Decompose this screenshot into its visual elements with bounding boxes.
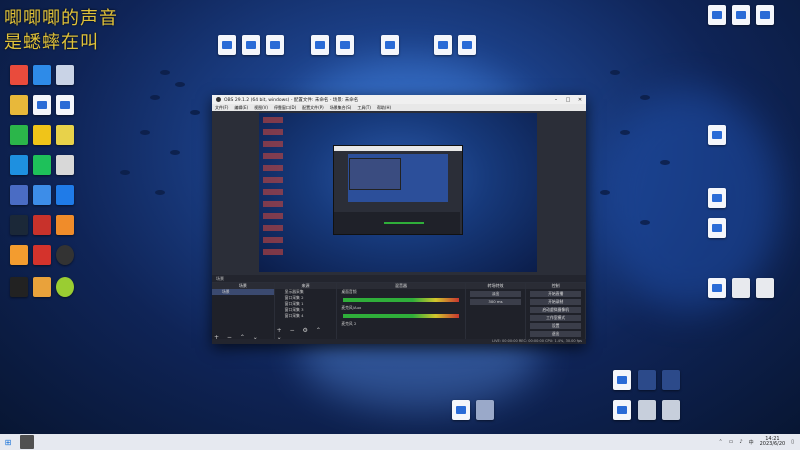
file-icon[interactable] [375, 35, 405, 57]
nested-meter [384, 222, 424, 224]
windows-start-icon[interactable]: ⊞ [0, 438, 16, 447]
nested-titlebar [334, 146, 462, 151]
maximize-icon[interactable]: □ [562, 97, 574, 103]
exit-button[interactable]: 退出 [530, 331, 582, 337]
transitions-dock: 转场特效 淡出 300 ms [465, 283, 526, 344]
file-icon[interactable] [452, 35, 482, 57]
obs-icon[interactable] [50, 245, 80, 267]
tray-chevron-icon[interactable]: ⌃ [718, 439, 722, 445]
virtual-camera-button[interactable]: 启动虚拟摄像机 [530, 307, 582, 313]
obs-window-title: OBS 29.1.2 (64 bit, windows) - 配置文件: 未命名… [224, 97, 359, 103]
ime-icon[interactable]: 中 [749, 439, 754, 446]
file-icon[interactable] [702, 125, 732, 147]
source-item[interactable]: 窗口采集 4 [275, 313, 337, 319]
volume-meter[interactable] [343, 314, 459, 318]
fish-silhouette [640, 95, 650, 100]
overlay-line-1: 唧唧唧的声音 [4, 8, 118, 29]
menu-profile[interactable]: 配置文件(P) [302, 105, 324, 111]
menu-docks[interactable]: 停靠窗口(D) [274, 105, 296, 111]
transition-select[interactable]: 淡出 [469, 291, 522, 297]
fish-silhouette [190, 110, 200, 115]
desktop-app-icon[interactable] [50, 125, 80, 147]
file-icon[interactable] [330, 35, 360, 57]
desktop-app-icon[interactable] [50, 185, 80, 207]
desktop-app-icon[interactable] [656, 370, 686, 392]
obs-logo-icon [216, 97, 221, 102]
sources-dock: 来源 显示器采集 窗口采集 2 窗口采集 1 窗口采集 3 窗口采集 4 + −… [274, 283, 337, 344]
obs-titlebar[interactable]: OBS 29.1.2 (64 bit, windows) - 配置文件: 未命名… [212, 95, 586, 104]
menu-tools[interactable]: 工具(T) [357, 105, 371, 111]
scene-item[interactable]: 场景 [212, 289, 274, 295]
obs-preview-canvas[interactable] [259, 113, 537, 272]
file-icon[interactable] [50, 95, 80, 117]
taskbar: ⊞ ⌃ ▭ ♪ 中 14:21 2023/6/20 ▯ [0, 434, 800, 450]
start-recording-button[interactable]: 开始录制 [530, 299, 582, 305]
taskbar-clock[interactable]: 14:21 2023/6/20 [760, 437, 786, 447]
menu-view[interactable]: 视图(V) [254, 105, 268, 111]
desktop-app-icon[interactable] [50, 215, 80, 237]
transitions-dock-header: 转场特效 [465, 283, 526, 289]
desktop-app-icon[interactable] [656, 400, 686, 422]
mixer-channel-label: 桌面音频 [341, 289, 357, 294]
fish-silhouette [155, 190, 165, 195]
file-icon[interactable] [260, 35, 290, 57]
obs-window[interactable]: OBS 29.1.2 (64 bit, windows) - 配置文件: 未命名… [212, 95, 586, 344]
transition-duration[interactable]: 300 ms [469, 299, 522, 305]
system-tray: ⌃ ▭ ♪ 中 14:21 2023/6/20 ▯ [712, 437, 794, 447]
start-streaming-button[interactable]: 开始直播 [530, 291, 582, 297]
settings-button[interactable]: 设置 [530, 323, 582, 329]
obs-docks: 场景 场景 + − ⌃ ⌄ 来源 显示器采集 窗口采集 2 窗口采集 1 窗口采… [212, 283, 586, 344]
desktop-wallpaper: 唧唧唧的声音 是蟋蟀在叫 OBS 29.1.2 (64 bit, windows… [0, 0, 800, 434]
menu-scene-collection[interactable]: 场景集合(S) [330, 105, 352, 111]
close-icon[interactable]: ✕ [574, 97, 586, 103]
taskbar-obs-icon[interactable] [20, 435, 34, 449]
scenes-dock: 场景 场景 + − ⌃ ⌄ [212, 283, 274, 344]
desktop-app-icon[interactable] [470, 400, 500, 422]
minimize-icon[interactable]: – [550, 97, 562, 103]
fish-silhouette [170, 150, 180, 155]
file-icon[interactable] [750, 5, 780, 27]
desktop-app-icon[interactable] [750, 278, 780, 300]
obs-menubar: 文件(F) 编辑(E) 视图(V) 停靠窗口(D) 配置文件(P) 场景集合(S… [212, 104, 586, 111]
fish-silhouette [600, 190, 610, 195]
fish-silhouette [175, 82, 185, 87]
volume-meter[interactable] [343, 298, 459, 302]
audio-mixer-dock: 混音器 桌面音频 麦克风/Aux 麦克风 2 [337, 283, 465, 344]
mixer-channel-label: 麦克风 2 [341, 321, 357, 326]
fish-silhouette [140, 130, 150, 135]
fish-silhouette [620, 130, 630, 135]
desktop-app-icon[interactable] [50, 155, 80, 177]
controls-dock: 控制 开始直播 开始录制 启动虚拟摄像机 工作室模式 设置 退出 [526, 283, 586, 344]
network-icon[interactable]: ▭ [729, 439, 734, 445]
fish-silhouette [120, 170, 130, 175]
obs-dock-titlebar: 场景 [212, 275, 586, 282]
notification-icon[interactable]: ▯ [791, 439, 794, 445]
file-icon[interactable] [702, 188, 732, 210]
obs-statusbar: LIVE: 00:00:00 REC: 00:00:00 CPU: 1.4%, … [212, 339, 586, 344]
scene-label: 场景 [216, 275, 224, 281]
fish-silhouette [640, 220, 650, 225]
controls-dock-header: 控制 [526, 283, 586, 289]
menu-edit[interactable]: 编辑(E) [234, 105, 248, 111]
nested-obs-inner [349, 158, 401, 190]
fish-silhouette [660, 160, 670, 165]
menu-help[interactable]: 帮助(H) [377, 105, 391, 111]
recycle-bin-icon[interactable] [50, 65, 80, 87]
fish-silhouette [160, 70, 170, 75]
desktop-app-icon[interactable] [50, 277, 80, 299]
preview-desktop-icons [263, 117, 283, 257]
mixer-channel-label: 麦克风/Aux [341, 305, 362, 310]
fish-silhouette [150, 95, 160, 100]
wallpaper-glow [600, 90, 780, 310]
studio-mode-button[interactable]: 工作室模式 [530, 315, 582, 321]
fish-silhouette [610, 70, 620, 75]
file-icon[interactable] [702, 218, 732, 240]
clock-date: 2023/6/20 [759, 441, 786, 447]
volume-icon[interactable]: ♪ [739, 439, 742, 445]
menu-file[interactable]: 文件(F) [215, 105, 228, 111]
overlay-line-2: 是蟋蟀在叫 [4, 32, 99, 53]
